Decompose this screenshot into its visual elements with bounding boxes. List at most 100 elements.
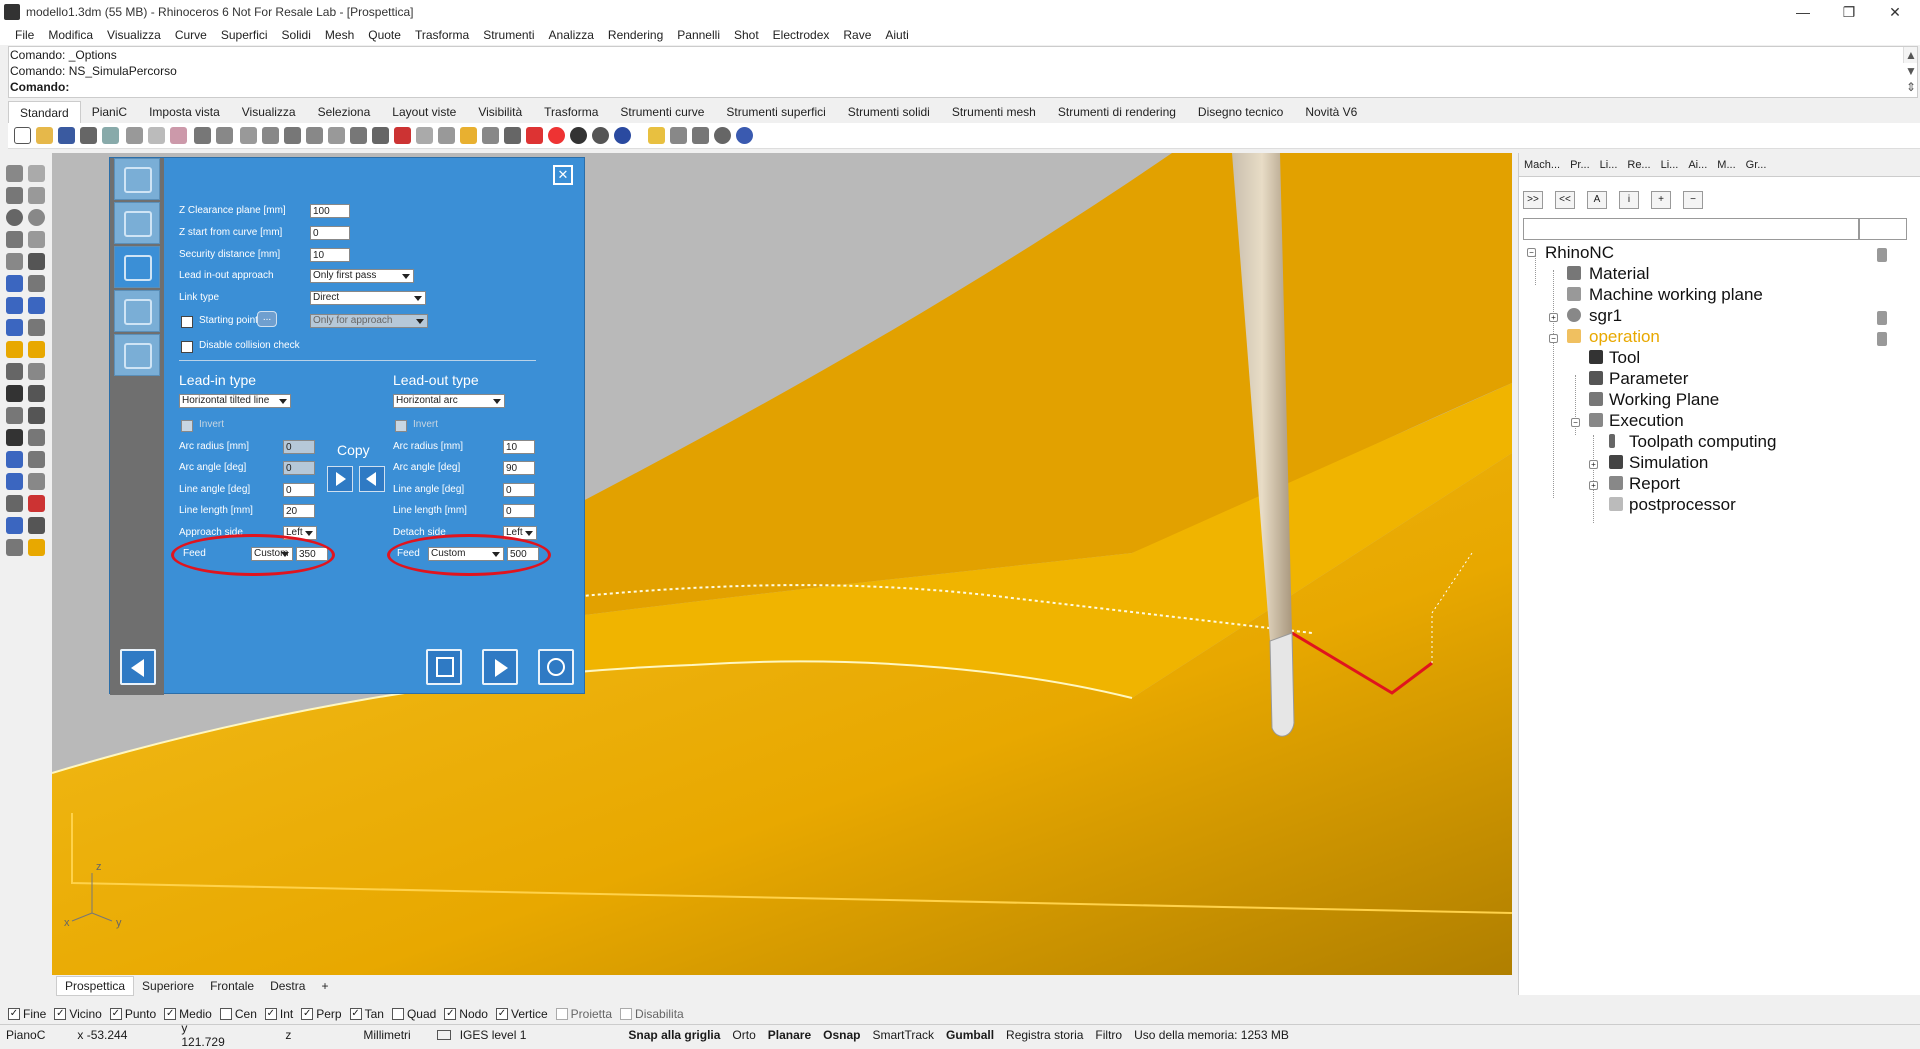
close-button[interactable]: ✕ [1872,0,1918,24]
status-history[interactable]: Registra storia [1000,1028,1089,1042]
paste-icon[interactable] [170,127,187,144]
lead-out-type-select[interactable]: Horizontal arc [393,394,505,408]
undo-view-icon[interactable] [350,127,367,144]
copy-icon[interactable] [148,127,165,144]
cplane-icon[interactable] [394,127,411,144]
render-tool-icon[interactable] [6,539,23,556]
menu-shot[interactable]: Shot [727,28,766,42]
menu-analizza[interactable]: Analizza [542,28,601,42]
starting-point-checkbox[interactable] [181,316,193,328]
lead-out-line-length-input[interactable] [503,504,535,518]
tree-item-working-plane[interactable]: Working Plane [1609,390,1719,410]
tree-collapse-icon[interactable]: − [1571,418,1580,427]
starting-point-pick-button[interactable]: ... [257,311,277,327]
open-folder-icon[interactable] [36,127,53,144]
viewport-tab-superiore[interactable]: Superiore [134,977,202,995]
lightbulb-icon[interactable] [1877,332,1887,346]
osnap-proietta[interactable]: Proietta [555,1007,612,1021]
curve-icon[interactable] [28,187,45,204]
tab-visibilita[interactable]: Visibilità [467,101,533,123]
viewport-tab-destra[interactable]: Destra [262,977,313,995]
panel-tab-library[interactable]: Li... [1656,159,1684,171]
checkbox-unchecked-icon[interactable] [555,1008,568,1020]
refresh-button[interactable] [538,649,574,685]
arc-icon[interactable] [6,231,23,248]
copy-right-button[interactable] [327,466,353,492]
checkbox-unchecked-icon[interactable] [620,1008,633,1020]
z-clearance-input[interactable] [310,204,350,218]
menu-trasforma[interactable]: Trasforma [408,28,476,42]
split-icon[interactable] [28,407,45,424]
tree-expand-icon[interactable]: + [1589,460,1598,469]
panel-tab-materials[interactable]: M... [1712,159,1740,171]
grid-array-icon[interactable] [6,495,23,512]
panel-tab-layers[interactable]: Li... [1595,159,1623,171]
lightbulb-icon[interactable] [1877,311,1887,325]
status-gumball[interactable]: Gumball [940,1028,1000,1042]
checkbox-unchecked-icon[interactable] [391,1008,404,1020]
blend-icon[interactable] [6,517,23,534]
menu-quote[interactable]: Quote [361,28,408,42]
panel-search-option[interactable] [1859,218,1907,240]
mirror-icon[interactable] [28,473,45,490]
menu-aiuti[interactable]: Aiuti [878,28,915,42]
box-solid-icon[interactable] [6,297,23,314]
copy-object-icon[interactable] [28,363,45,380]
show-objects-icon[interactable] [460,127,477,144]
tab-trasforma[interactable]: Trasforma [533,101,609,123]
osnap-medio[interactable]: ✓ Medio [164,1007,212,1021]
tree-item-operation[interactable]: operation [1589,327,1660,347]
osnap-vicino[interactable]: ✓ Vicino [54,1007,102,1021]
command-scrollbar[interactable]: ▲ ▼ ⇕ [1903,47,1917,94]
status-units[interactable]: Millimetri [311,1028,416,1042]
lead-in-line-length-input[interactable] [283,504,315,518]
color-wheel-icon[interactable] [548,127,565,144]
sphere-solid-icon[interactable] [28,297,45,314]
dimension-tool-icon[interactable] [28,429,45,446]
next-step-button[interactable] [482,649,518,685]
collapse-all-button[interactable]: << [1555,191,1575,209]
osnap-int[interactable]: ✓ Int [264,1007,293,1021]
shaded-sphere-icon[interactable] [592,127,609,144]
check-icon[interactable] [28,517,45,534]
scale-icon[interactable] [28,451,45,468]
circle-icon[interactable] [6,209,23,226]
link-type-select[interactable]: Direct [310,291,426,305]
menu-strumenti[interactable]: Strumenti [476,28,541,42]
four-views-icon[interactable] [372,127,389,144]
osnap-punto[interactable]: ✓ Punto [109,1007,156,1021]
tab-strumenti-rendering[interactable]: Strumenti di rendering [1047,101,1187,123]
menu-curve[interactable]: Curve [168,28,214,42]
panel-tab-properties[interactable]: Pr... [1565,159,1595,171]
status-ortho[interactable]: Orto [726,1028,761,1042]
lock-icon[interactable] [504,127,521,144]
fillet-edge-icon[interactable] [28,341,45,358]
tab-layout-viste[interactable]: Layout viste [381,101,467,123]
trim-icon[interactable] [6,407,23,424]
tab-visualizza[interactable]: Visualizza [231,101,307,123]
menu-rendering[interactable]: Rendering [601,28,670,42]
osnap-quad[interactable]: Quad [391,1007,436,1021]
menu-rave[interactable]: Rave [836,28,878,42]
tree-item-rhinonc[interactable]: RhinoNC [1545,243,1614,263]
new-file-icon[interactable] [14,127,31,144]
osnap-cen[interactable]: Cen [219,1007,257,1021]
analyze-icon[interactable] [28,495,45,512]
join-icon[interactable] [6,385,23,402]
lights-icon[interactable] [648,127,665,144]
light-bulb-icon[interactable] [482,127,499,144]
import-icon[interactable] [102,127,119,144]
zoom-window-icon[interactable] [284,127,301,144]
copy-left-button[interactable] [359,466,385,492]
status-osnap[interactable]: Osnap [817,1028,866,1042]
status-cplane[interactable]: PianoC [0,1028,51,1042]
tree-item-tool[interactable]: Tool [1609,348,1640,368]
surface-icon[interactable] [6,275,23,292]
osnap-tan[interactable]: ✓ Tan [349,1007,384,1021]
command-prompt[interactable]: Comando: [9,79,1917,95]
add-viewport-button[interactable]: + [313,977,336,995]
menu-solidi[interactable]: Solidi [275,28,318,42]
osnap-vertice[interactable]: ✓ Vertice [495,1007,548,1021]
minimize-button[interactable]: — [1780,0,1826,24]
panel-tab-help[interactable]: Ai... [1683,159,1712,171]
